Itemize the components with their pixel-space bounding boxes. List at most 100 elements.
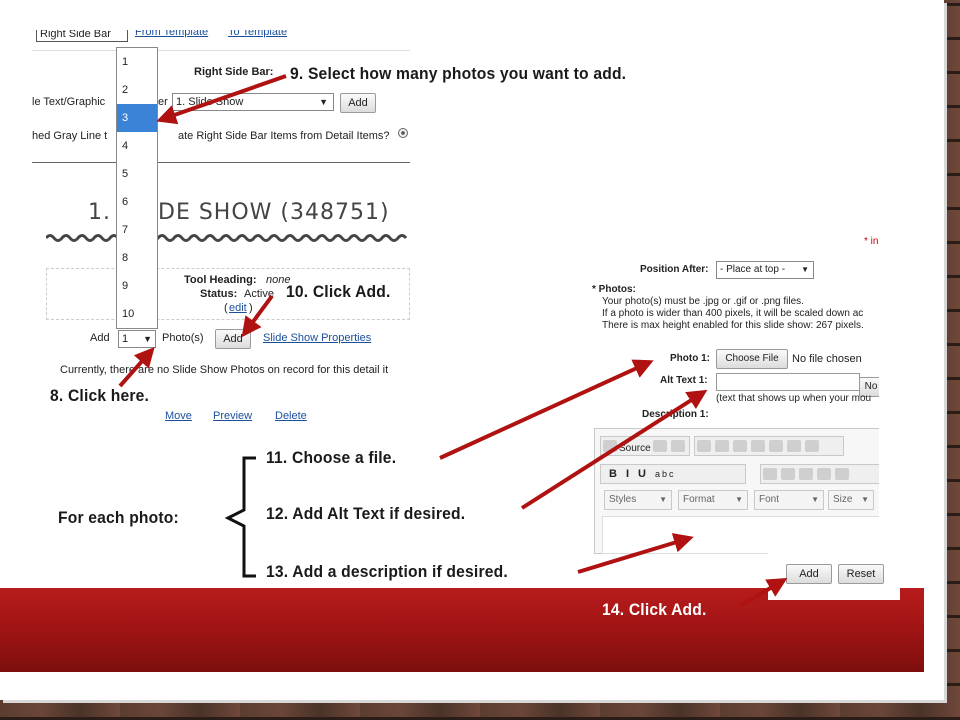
screenshot-add-reset: Add Reset	[768, 546, 900, 600]
alt-text-hint: (text that shows up when your mou	[716, 393, 872, 404]
editor-toolbar-group	[694, 436, 844, 456]
dropdown-option[interactable]: 8	[117, 244, 157, 272]
chevron-down-icon: ▼	[735, 495, 743, 504]
bullet-list-icon[interactable]	[781, 468, 795, 480]
left-field-suffix: er	[158, 96, 168, 108]
position-after-select[interactable]: - Place at top - ▼	[716, 261, 814, 279]
no-photos-message: Currently, there are no Slide Show Photo…	[60, 364, 389, 376]
red-band	[0, 588, 924, 672]
note-height: There is max height enabled for this sli…	[602, 320, 864, 331]
indent-icon[interactable]	[817, 468, 831, 480]
preview-link[interactable]: Preview	[213, 410, 252, 422]
note-width: If a photo is wider than 400 pixels, it …	[602, 308, 864, 319]
print-icon[interactable]	[670, 440, 685, 452]
styles-label: Styles	[609, 494, 637, 505]
paste-text-icon[interactable]	[751, 440, 765, 452]
editor-toolbar-group: Source	[600, 436, 690, 456]
editor-toolbar-group	[760, 464, 879, 484]
caption-step-14: 14. Click Add.	[602, 600, 707, 619]
gray-line-text: hed Gray Line t	[32, 130, 108, 142]
add-label: Add	[90, 332, 110, 344]
dropdown-option[interactable]: 6	[117, 188, 157, 216]
left-field-text: le Text/Graphic	[32, 96, 106, 108]
format-combo[interactable]: Format ▼	[678, 490, 748, 510]
dropdown-option[interactable]: 5	[117, 160, 157, 188]
gray-line-text-2: ate Right Side Bar Items from Detail Ite…	[178, 130, 390, 142]
photos-label: * Photos:	[592, 284, 636, 295]
edit-paren-open: (	[224, 302, 228, 314]
alt-text-input[interactable]	[716, 373, 860, 391]
position-after-value: - Place at top -	[720, 264, 786, 275]
alt-text-label: Alt Text 1:	[660, 375, 708, 386]
caption-step-9: 9. Select how many photos you want to ad…	[290, 64, 627, 83]
size-combo[interactable]: Size ▼	[828, 490, 874, 510]
photo1-label: Photo 1:	[670, 353, 710, 364]
status-label: Status:	[200, 288, 238, 300]
radio-button[interactable]	[398, 128, 408, 138]
add-photos-button[interactable]: Add	[215, 329, 251, 349]
note-formats: Your photo(s) must be .jpg or .gif or .p…	[602, 296, 804, 307]
caption-step-13: 13. Add a description if desired.	[266, 562, 508, 581]
numbered-list-icon[interactable]	[763, 468, 777, 480]
slide-show-select[interactable]: 1. Slide Show ▼	[172, 93, 334, 111]
from-template-link[interactable]: From Template	[135, 30, 208, 38]
styles-combo[interactable]: Styles ▼	[604, 490, 672, 510]
right-side-bar-label: Right Side Bar:	[194, 66, 274, 78]
strike-icon[interactable]: abc	[655, 469, 676, 479]
caption-for-each-photo: For each photo:	[58, 508, 179, 527]
dropdown-option[interactable]: 1	[117, 48, 157, 76]
preview-icon[interactable]	[652, 440, 667, 452]
chevron-down-icon: ▼	[659, 495, 667, 504]
edit-link[interactable]: edit	[229, 302, 247, 314]
dropdown-option[interactable]: 9	[117, 272, 157, 300]
copy-icon[interactable]	[715, 440, 729, 452]
redo-icon[interactable]	[805, 440, 819, 452]
caption-step-8: 8. Click here.	[50, 386, 150, 405]
caption-step-10: 10. Click Add.	[286, 282, 391, 301]
reset-button[interactable]: Reset	[838, 564, 884, 584]
right-side-bar-tab[interactable]: Right Side Bar	[36, 30, 128, 42]
dropdown-option[interactable]: 10	[117, 300, 157, 328]
move-link[interactable]: Move	[165, 410, 192, 422]
chevron-down-icon: ▼	[861, 495, 869, 504]
source-icon[interactable]	[603, 440, 617, 452]
to-template-link[interactable]: To Template	[228, 30, 287, 38]
paste-word-icon[interactable]	[769, 440, 783, 452]
slide-show-properties-link[interactable]: Slide Show Properties	[263, 332, 371, 344]
chevron-down-icon: ▼	[811, 495, 819, 504]
photo-count-dropdown[interactable]: 1 2 3 4 5 6 7 8 9 10	[116, 47, 158, 329]
caption-step-11: 11. Choose a file.	[266, 448, 397, 467]
dropdown-option[interactable]: 4	[117, 132, 157, 160]
delete-link[interactable]: Delete	[275, 410, 307, 422]
status-value: Active	[244, 288, 274, 300]
size-label: Size	[833, 494, 853, 505]
dropdown-option[interactable]: 2	[117, 76, 157, 104]
add-button[interactable]: Add	[786, 564, 832, 584]
dropdown-option[interactable]: 3	[117, 104, 157, 132]
editor-format-toolbar[interactable]: BIUabc	[600, 464, 746, 484]
description-label: Description 1:	[642, 409, 709, 420]
source-label[interactable]: Source	[619, 443, 651, 454]
divider	[32, 50, 410, 51]
slide-show-select-value: 1. Slide Show	[176, 96, 244, 108]
choose-file-button[interactable]: Choose File	[716, 349, 788, 369]
format-label: Format	[683, 494, 715, 505]
chevron-down-icon: ▼	[319, 97, 328, 107]
wavy-divider	[46, 234, 408, 242]
edit-paren-close: )	[249, 302, 253, 314]
photo-count-select[interactable]: 1 ▼	[118, 330, 156, 348]
photo-count-value: 1	[122, 333, 129, 345]
add-top-button[interactable]: Add	[340, 93, 376, 113]
quote-icon[interactable]	[835, 468, 849, 480]
paste-icon[interactable]	[733, 440, 747, 452]
position-after-label: Position After:	[640, 264, 709, 275]
cut-icon[interactable]	[697, 440, 711, 452]
font-combo[interactable]: Font ▼	[754, 490, 824, 510]
page-title: DE SHOW (348751)	[158, 200, 390, 225]
outdent-icon[interactable]	[799, 468, 813, 480]
undo-icon[interactable]	[787, 440, 801, 452]
dropdown-option[interactable]: 7	[117, 216, 157, 244]
chevron-down-icon: ▼	[801, 265, 809, 274]
screenshot-photo-form: * in Position After: - Place at top - ▼ …	[584, 232, 879, 554]
chevron-down-icon: ▼	[143, 334, 152, 344]
